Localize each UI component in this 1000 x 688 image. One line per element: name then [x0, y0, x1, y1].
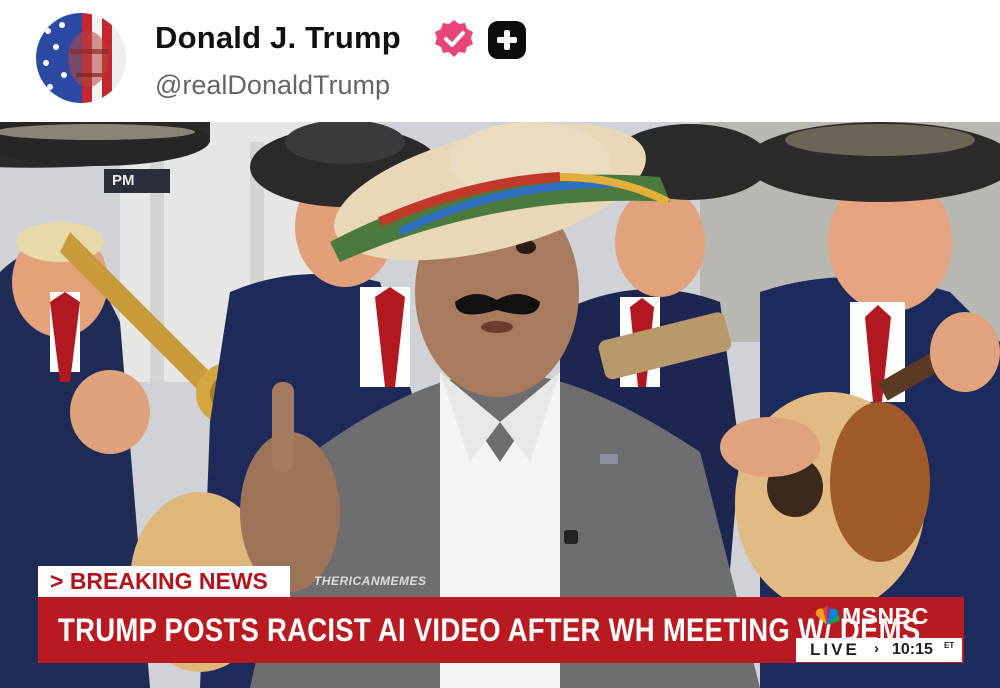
- plus-icon: [497, 30, 517, 50]
- live-indicator: LIVE › 10:15 ET: [796, 638, 962, 662]
- post-header: Donald J. Trump @realDonaldTrump: [0, 0, 1000, 122]
- live-label: LIVE: [810, 640, 860, 659]
- broadcast-time: 10:15: [892, 641, 933, 658]
- timezone-label: ET: [944, 641, 955, 650]
- video-time-tag: PM: [104, 169, 170, 193]
- peacock-icon: [815, 606, 840, 625]
- network-logo: MSNBC: [814, 603, 962, 633]
- network-name: MSNBC: [842, 603, 929, 629]
- post-video[interactable]: PM > BREAKING NEWS THERICANMEMES TRUMP P…: [0, 122, 1000, 688]
- add-follow-button[interactable]: [488, 21, 526, 59]
- live-arrow-icon: ›: [874, 640, 879, 657]
- author-avatar[interactable]: [36, 13, 126, 103]
- flag-portrait-avatar-icon: [36, 13, 126, 103]
- video-watermark: THERICANMEMES: [314, 574, 427, 588]
- author-handle[interactable]: @realDonaldTrump: [155, 70, 390, 101]
- breaking-news-label: > BREAKING NEWS: [38, 566, 290, 597]
- chyron-headline: TRUMP POSTS RACIST AI VIDEO AFTER WH MEE…: [58, 612, 921, 648]
- author-display-name[interactable]: Donald J. Trump: [155, 20, 401, 56]
- verified-badge-icon: [435, 20, 473, 57]
